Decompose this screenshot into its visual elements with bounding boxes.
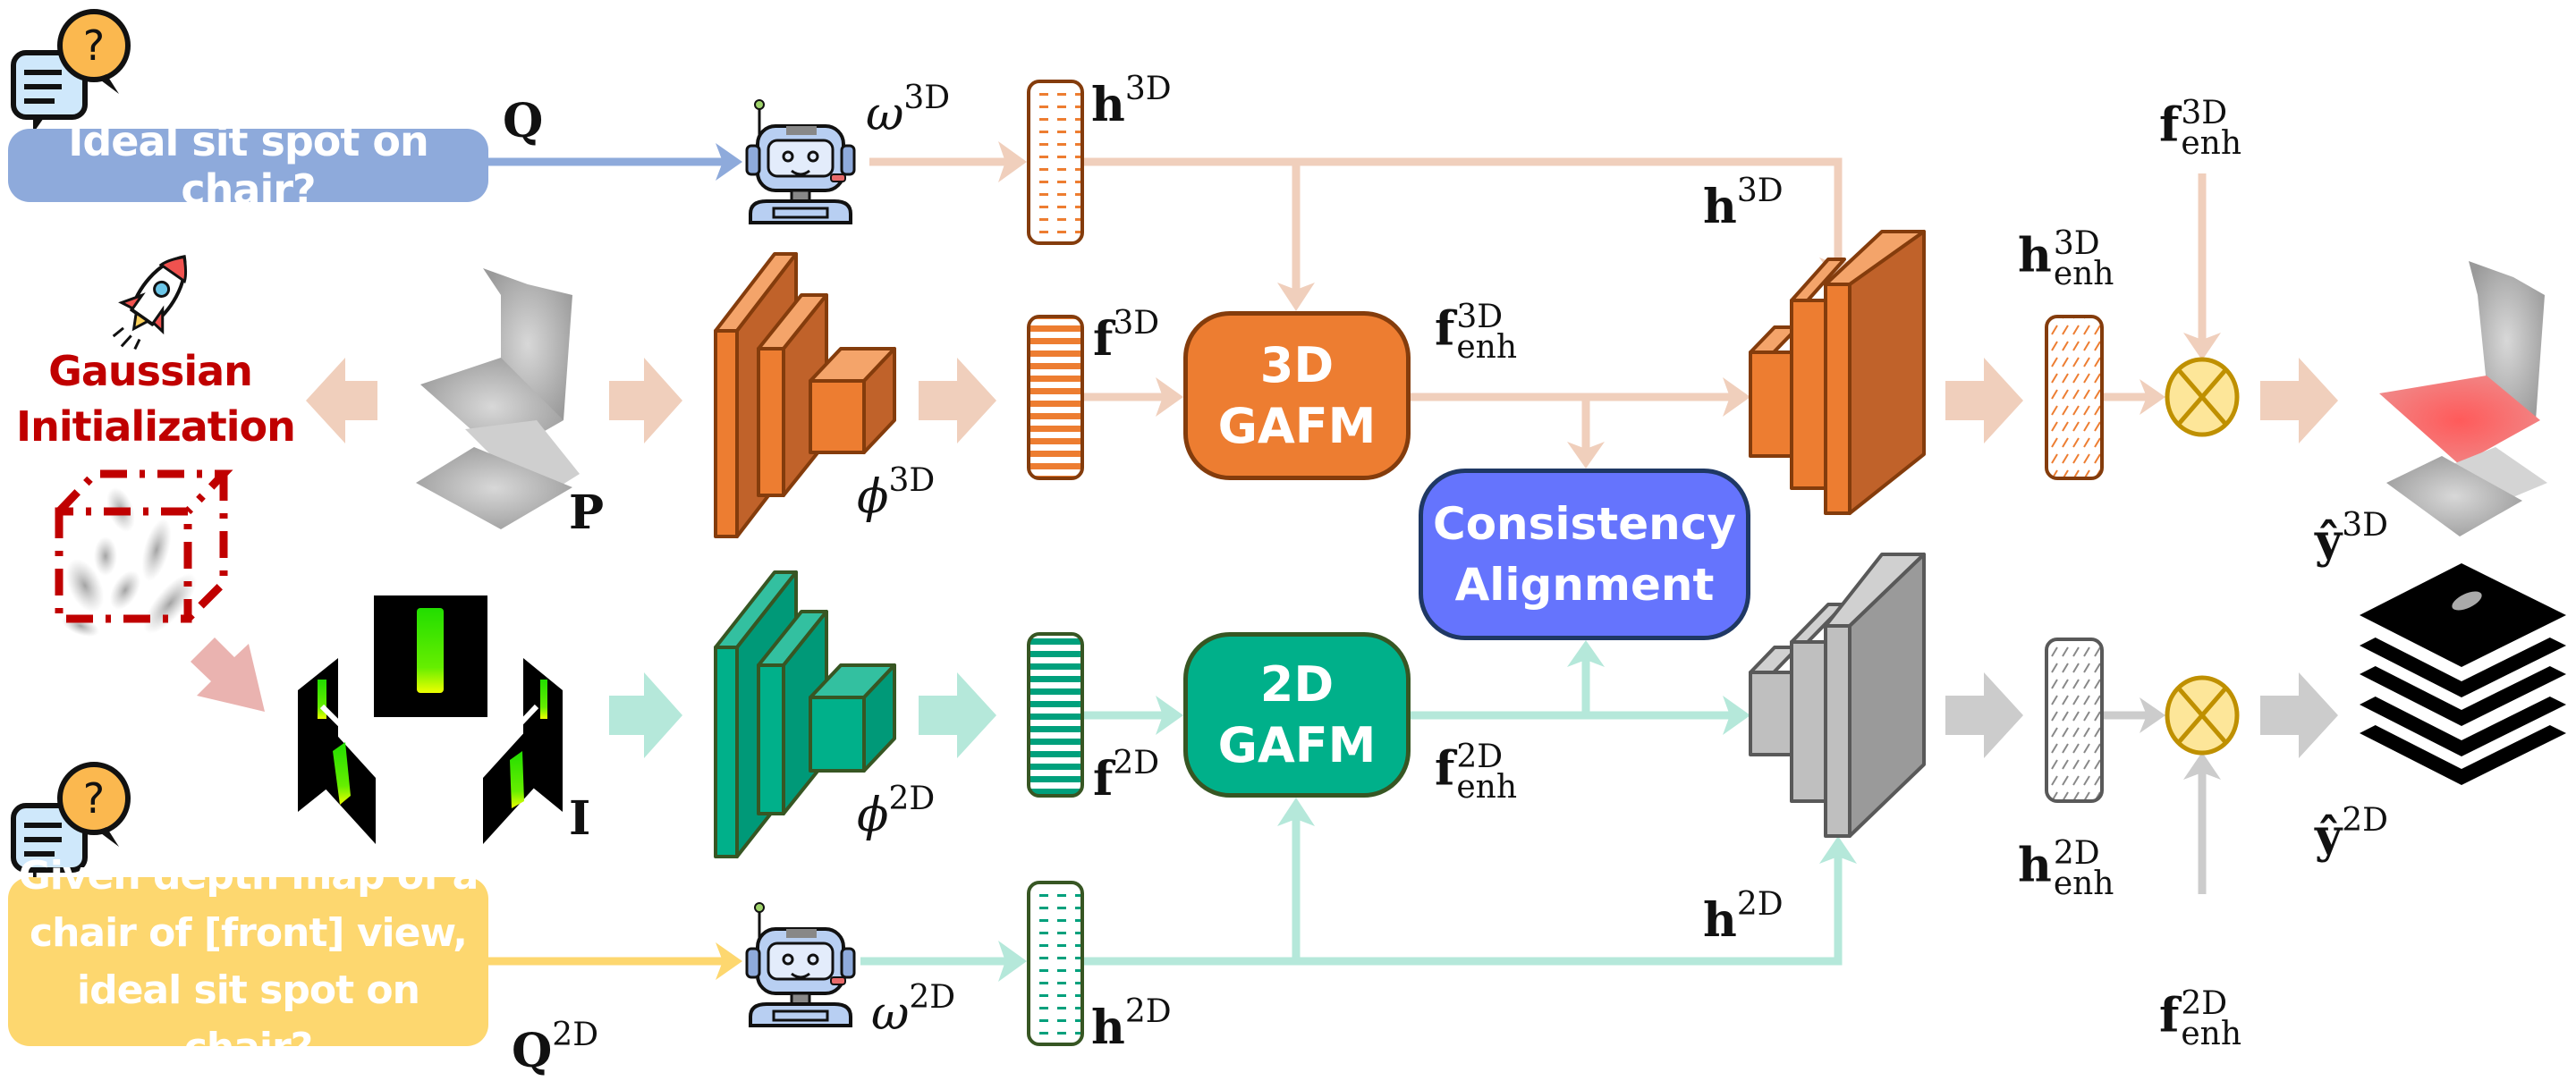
fenh3d-to-decoder-arrow (1411, 377, 1750, 417)
otimes-icon (2165, 675, 2240, 756)
label-fenh3d: f 3D enh (1435, 299, 1518, 366)
decoder-2d (1749, 553, 1926, 838)
query-2d-arrow (488, 942, 742, 980)
label-f3d: f3D (1093, 305, 1160, 367)
label-h3d: h3D (1091, 71, 1172, 132)
label-h2d: h2D (1091, 993, 1172, 1055)
label-fenh2d: f 2D enh (1435, 739, 1518, 806)
henh3d-to-otimes-arrow (2103, 379, 2165, 415)
otimes-icon (2165, 357, 2240, 437)
ca-line1: Consistency (1433, 498, 1736, 550)
query-3d-arrow (488, 143, 742, 181)
h3d-feature-bar (1027, 80, 1084, 245)
query-2d-line: Given depth map of a (18, 852, 479, 899)
multi-view-depth-images (298, 595, 563, 844)
f3d-feature-bar (1027, 315, 1084, 480)
gafm-3d-line1: 3D (1259, 336, 1335, 393)
big-arrow-otimes2d-to-output (2260, 672, 2338, 758)
gafm-2d-line1: 2D (1259, 655, 1335, 713)
query-2d-line: ideal sit spot on chair? (77, 967, 420, 1070)
henh2d-to-otimes-arrow (2103, 697, 2165, 733)
fenh2d-bottom-arrow (2183, 752, 2221, 894)
ca-line2: Alignment (1454, 559, 1715, 611)
big-arrow-to-gaussian (306, 358, 377, 443)
output-point-cloud (2379, 261, 2547, 536)
gafm-2d-module: 2D GAFM (1183, 632, 1411, 798)
label-phi3d: ϕ3D (857, 462, 936, 524)
f2d-feature-bar (1027, 632, 1084, 798)
big-arrow-i-to-cnn2d (609, 672, 682, 758)
label-h2d-decoder: h2D (1703, 886, 1784, 948)
f2d-to-gafm2d-arrow (1084, 696, 1183, 735)
big-arrow-p-to-cnn3d (609, 358, 682, 443)
label-omega3d: ω3D (866, 80, 951, 141)
big-arrow-gaussian-to-images (191, 638, 265, 712)
big-arrow-cnn3d-to-f3d (919, 358, 996, 443)
fenh2d-to-decoder-arrow (1411, 696, 1750, 735)
input-point-cloud (416, 268, 580, 529)
h2d-feature-bar (1027, 881, 1084, 1046)
label-Q: Q (503, 94, 544, 148)
robot-icon (745, 902, 856, 1027)
big-arrow-cnn2d-to-f2d (919, 672, 996, 758)
svg-text:?: ? (83, 774, 105, 823)
svg-text:?: ? (83, 21, 105, 70)
omega3d-to-h3d-arrow (869, 141, 1027, 182)
fenh3d-top-arrow (2183, 173, 2221, 360)
gaussian-initialization-label: Gaussian Initialization (16, 343, 296, 454)
big-arrow-decoder3d-to-henh (1945, 358, 2023, 443)
label-yhat3d: ŷ3D (2315, 507, 2388, 569)
gaussian-line1: Gaussian (48, 347, 253, 395)
gafm-3d-module: 3D GAFM (1183, 311, 1411, 480)
big-arrow-decoder2d-to-henh (1945, 672, 2023, 758)
label-f2d: f2D (1093, 745, 1160, 807)
consistency-alignment-module: Consistency Alignment (1419, 469, 1750, 640)
query-2d-box: Given depth map of a chair of [front] vi… (8, 853, 488, 1070)
label-henh2d: h 2D enh (2018, 835, 2114, 902)
label-yhat2d: ŷ2D (2315, 802, 2388, 864)
query-3d-text: Ideal sit spot on chair? (68, 117, 428, 214)
omega2d-to-h2d-arrow (860, 941, 1027, 982)
chat-question-icon: ? (11, 9, 131, 133)
label-phi2d: ϕ2D (857, 781, 936, 842)
robot-icon (745, 99, 856, 224)
label-h3d-decoder: h3D (1703, 173, 1784, 234)
pipeline-diagram: ? ? Ideal sit spot on chair? Given depth… (0, 0, 2576, 1081)
big-arrow-otimes3d-to-output (2260, 358, 2338, 443)
decoder-3d (1749, 230, 1926, 515)
label-I: I (569, 791, 591, 846)
label-P: P (569, 486, 605, 540)
query-3d-box: Ideal sit spot on chair? (8, 117, 488, 214)
h3d-to-gafm3d-arrow (1277, 162, 1315, 311)
henh3d-feature-bar (2045, 315, 2104, 480)
label-omega2d: ω2D (871, 979, 956, 1041)
label-fenh3d-top: f 3D enh (2159, 95, 2242, 162)
label-fenh2d-bottom: f 2D enh (2159, 985, 2242, 1052)
label-henh3d: h 3D enh (2018, 225, 2114, 292)
query-2d-line: chair of [front] view, (29, 909, 468, 956)
output-mask-stack (2360, 563, 2566, 785)
fenh3d-to-ca-arrow (1567, 397, 1605, 469)
fenh2d-to-ca-arrow (1567, 640, 1605, 715)
gaussian-cube-icon (55, 469, 233, 638)
label-Q2D: Q2D (512, 1017, 599, 1078)
henh2d-feature-bar (2045, 638, 2104, 803)
gaussian-line2: Initialization (16, 402, 296, 451)
f3d-to-gafm3d-arrow (1084, 377, 1183, 417)
gafm-3d-line2: GAFM (1217, 397, 1377, 454)
h2d-to-gafm2d-arrow (1277, 798, 1315, 961)
gafm-2d-line2: GAFM (1217, 716, 1377, 773)
